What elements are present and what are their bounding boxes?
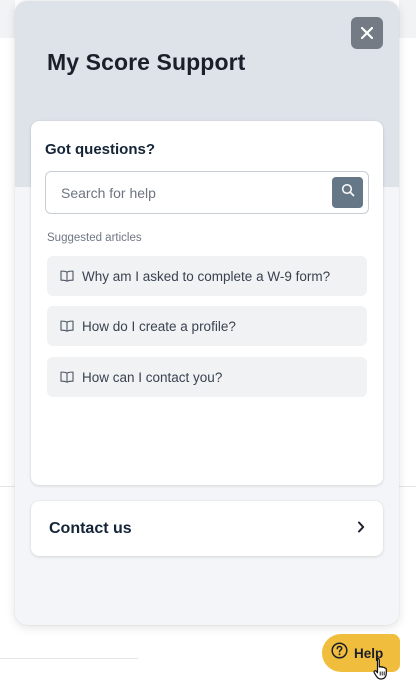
questions-heading: Got questions? xyxy=(45,141,155,158)
search-input[interactable] xyxy=(47,173,327,212)
contact-us-label: Contact us xyxy=(49,519,132,537)
book-icon xyxy=(60,371,74,383)
search-button[interactable] xyxy=(332,177,363,208)
article-title: How can I contact you? xyxy=(82,369,223,385)
chevron-right-icon xyxy=(357,520,365,538)
suggested-article[interactable]: How can I contact you? xyxy=(47,357,367,397)
suggested-articles-label: Suggested articles xyxy=(47,232,142,244)
book-icon xyxy=(60,270,74,282)
suggested-article[interactable]: How do I create a profile? xyxy=(47,306,367,346)
close-button[interactable] xyxy=(351,17,383,49)
suggested-article[interactable]: Why am I asked to complete a W-9 form? xyxy=(47,256,367,296)
article-title: How do I create a profile? xyxy=(82,318,236,334)
search-icon xyxy=(341,183,355,202)
background-divider xyxy=(399,486,416,487)
background-divider xyxy=(0,658,138,659)
panel-title: My Score Support xyxy=(47,49,246,75)
contact-us-button[interactable]: Contact us xyxy=(31,501,383,556)
background-divider xyxy=(0,486,15,487)
article-title: Why am I asked to complete a W-9 form? xyxy=(82,268,331,284)
background-strip xyxy=(0,0,15,38)
close-icon xyxy=(361,27,373,39)
background-strip xyxy=(399,0,416,38)
question-circle-icon xyxy=(331,642,348,664)
search-box xyxy=(45,171,369,214)
mouse-pointer-icon xyxy=(373,657,389,686)
book-icon xyxy=(60,320,74,332)
questions-card: Got questions? Suggested articles Why am… xyxy=(31,121,383,485)
support-panel: My Score Support Got questions? Suggeste… xyxy=(15,1,399,625)
